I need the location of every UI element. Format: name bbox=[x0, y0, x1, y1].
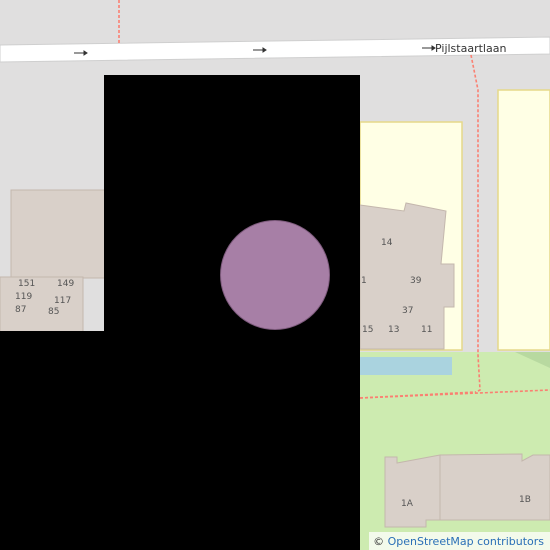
street-label: Pijlstaartlaan bbox=[435, 42, 507, 55]
house-number-label: 1 bbox=[361, 276, 367, 286]
osm-attribution-link[interactable]: OpenStreetMap contributors bbox=[388, 535, 544, 548]
house-number-label: 119 bbox=[15, 292, 33, 302]
house-number-label: 39 bbox=[410, 276, 422, 286]
location-marker-circle[interactable] bbox=[220, 220, 330, 330]
house-number-label: 14 bbox=[381, 238, 393, 248]
map-canvas[interactable]: Pijlstaartlaan 14 1 39 37 15 13 11 151 1… bbox=[0, 0, 550, 550]
house-number-label: 85 bbox=[48, 307, 60, 317]
house-number-label: 151 bbox=[18, 279, 36, 289]
house-number-label: 13 bbox=[388, 325, 400, 335]
house-number-label: 87 bbox=[15, 305, 27, 315]
house-number-label: 1A bbox=[401, 499, 413, 509]
house-number-label: 149 bbox=[57, 279, 75, 289]
map-attribution: © OpenStreetMap contributors bbox=[369, 532, 550, 550]
house-number-label: 15 bbox=[362, 325, 374, 335]
water bbox=[360, 357, 452, 375]
house-number-label: 1B bbox=[519, 495, 531, 505]
unloaded-tile-mask bbox=[104, 75, 360, 550]
house-number-label: 11 bbox=[421, 325, 433, 335]
school-area-right bbox=[497, 89, 550, 351]
house-number-label: 37 bbox=[402, 306, 414, 316]
unloaded-tile-mask bbox=[0, 331, 104, 550]
copyright-symbol: © bbox=[373, 534, 385, 548]
house-number-label: 117 bbox=[54, 296, 72, 306]
